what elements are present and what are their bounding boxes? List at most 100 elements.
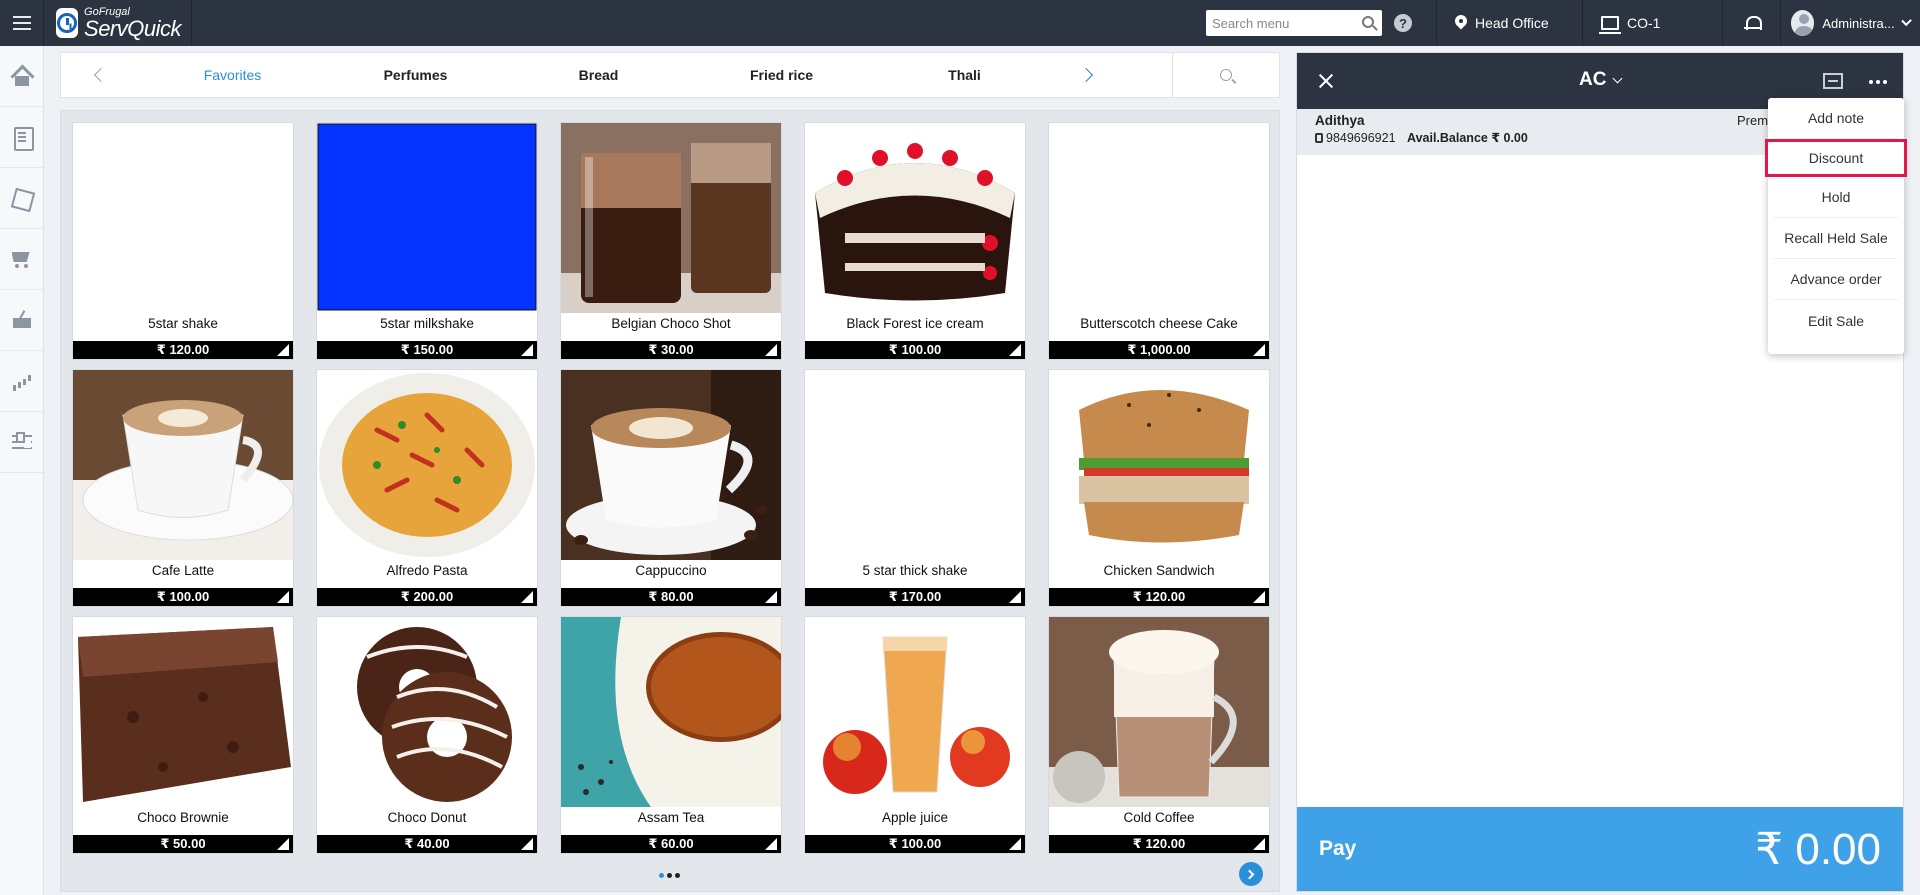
- computer-icon: [1599, 16, 1621, 34]
- pagination-dots: [659, 873, 680, 878]
- product-tile[interactable]: Alfredo Pasta ₹ 200.00: [316, 369, 538, 607]
- product-name: Choco Brownie: [137, 810, 229, 825]
- product-tile[interactable]: Butterscotch cheese Cake ₹ 1,000.00: [1048, 122, 1270, 360]
- product-tile[interactable]: Choco Donut ₹ 40.00: [316, 616, 538, 854]
- product-name: Cafe Latte: [151, 563, 215, 578]
- product-name: Choco Donut: [387, 810, 467, 825]
- nav-reports[interactable]: [0, 351, 43, 412]
- menu-item-add-note[interactable]: Add note: [1774, 98, 1898, 139]
- nav-documents[interactable]: [0, 107, 43, 168]
- location-label: Head Office: [1475, 15, 1549, 31]
- tab-thali[interactable]: Thali: [873, 67, 1056, 83]
- product-image: [805, 370, 1025, 560]
- product-name: 5 star thick shake: [862, 563, 968, 578]
- cash-register-icon: [11, 310, 33, 330]
- brownie-image: [73, 617, 293, 807]
- user-name: Administra...: [1822, 15, 1895, 31]
- product-price: ₹ 100.00: [805, 341, 1025, 359]
- tab-perfumes[interactable]: Perfumes: [324, 67, 507, 83]
- category-bar: Favorites Perfumes Bread Fried rice Thal…: [60, 52, 1280, 98]
- chevron-down-icon: [1613, 73, 1623, 83]
- box-trolley-icon: [11, 188, 33, 208]
- product-price: ₹ 120.00: [1049, 588, 1269, 606]
- product-tile[interactable]: Cafe Latte ₹ 100.00: [72, 369, 294, 607]
- counter-label: CO-1: [1627, 15, 1661, 31]
- left-nav-rail: [0, 46, 44, 895]
- more-options-icon[interactable]: [1869, 80, 1873, 84]
- nav-settings[interactable]: [0, 412, 43, 473]
- chevron-right-icon: [1078, 67, 1094, 83]
- nav-register[interactable]: [0, 290, 43, 351]
- choco-shot-image: [561, 123, 781, 313]
- category-next-button[interactable]: [1056, 53, 1116, 97]
- product-tile[interactable]: 5star shake ₹ 120.00: [72, 122, 294, 360]
- product-grid: 5star shake ₹ 120.00 5star milkshake ₹ 1…: [72, 122, 1270, 854]
- page-dot[interactable]: [667, 873, 672, 878]
- product-tile[interactable]: Chicken Sandwich ₹ 120.00: [1048, 369, 1270, 607]
- product-image: [1049, 123, 1269, 313]
- product-name: 5star shake: [148, 316, 218, 331]
- product-name: Belgian Choco Shot: [611, 316, 731, 331]
- location-selector[interactable]: Head Office: [1436, 0, 1582, 46]
- product-tile[interactable]: 5 star thick shake ₹ 170.00: [804, 369, 1026, 607]
- cart-icon: [11, 249, 33, 269]
- pay-label: Pay: [1319, 837, 1357, 860]
- notifications-button[interactable]: [1722, 0, 1780, 46]
- product-tile[interactable]: 5star milkshake ₹ 150.00: [316, 122, 538, 360]
- product-image: [317, 123, 537, 313]
- tab-bread[interactable]: Bread: [507, 67, 690, 83]
- nav-home[interactable]: [0, 46, 43, 107]
- page-dot[interactable]: [659, 873, 664, 878]
- search-icon[interactable]: [1362, 16, 1374, 28]
- menu-item-advance-order[interactable]: Advance order: [1774, 259, 1898, 300]
- counter-selector[interactable]: CO-1: [1582, 0, 1722, 46]
- more-options-menu: Add note Discount Hold Recall Held Sale …: [1765, 98, 1907, 354]
- document-icon: [11, 127, 34, 151]
- product-price: ₹ 1,000.00: [1049, 341, 1269, 359]
- close-icon[interactable]: [1297, 53, 1353, 109]
- product-price: ₹ 150.00: [317, 341, 537, 359]
- search-icon: [1220, 69, 1232, 81]
- pay-button[interactable]: Pay ₹ 0.00: [1297, 807, 1903, 891]
- chevron-left-icon: [93, 67, 109, 83]
- product-name: Butterscotch cheese Cake: [1080, 316, 1238, 331]
- product-grid-panel: 5star shake ₹ 120.00 5star milkshake ₹ 1…: [60, 110, 1280, 892]
- menu-item-discount[interactable]: Discount: [1765, 139, 1907, 177]
- product-tile[interactable]: Cold Coffee ₹ 120.00: [1048, 616, 1270, 854]
- menu-item-hold[interactable]: Hold: [1774, 177, 1898, 218]
- juice-image: [805, 617, 1025, 807]
- product-price: ₹ 100.00: [805, 835, 1025, 853]
- page-dot[interactable]: [675, 873, 680, 878]
- order-total: ₹ 0.00: [1755, 824, 1881, 874]
- customer-balance: Avail.Balance ₹ 0.00: [1407, 131, 1528, 145]
- category-prev-button[interactable]: [61, 53, 141, 97]
- latte-image: [73, 370, 293, 560]
- product-tile[interactable]: Belgian Choco Shot ₹ 30.00: [560, 122, 782, 360]
- category-search-button[interactable]: [1172, 53, 1279, 97]
- nav-purchase[interactable]: [0, 229, 43, 290]
- product-price: ₹ 100.00: [73, 588, 293, 606]
- app-logo[interactable]: GoFrugal ServQuick: [44, 0, 192, 46]
- order-type-selector[interactable]: AC: [1579, 69, 1623, 91]
- sandwich-image: [1049, 370, 1269, 560]
- nav-inventory[interactable]: [0, 168, 43, 229]
- product-name: 5star milkshake: [380, 316, 474, 331]
- product-tile[interactable]: Black Forest ice cream ₹ 100.00: [804, 122, 1026, 360]
- search-menu-input[interactable]: [1212, 15, 1352, 31]
- hamburger-menu-icon[interactable]: [0, 0, 44, 46]
- product-price: ₹ 120.00: [73, 341, 293, 359]
- tab-favorites[interactable]: Favorites: [141, 67, 324, 83]
- customer-tier: Prem: [1737, 113, 1769, 128]
- scan-icon[interactable]: [1823, 73, 1843, 89]
- tab-fried-rice[interactable]: Fried rice: [690, 67, 873, 83]
- help-icon[interactable]: ?: [1394, 14, 1412, 32]
- product-tile[interactable]: Cappuccino ₹ 80.00: [560, 369, 782, 607]
- user-menu[interactable]: Administra...: [1780, 0, 1920, 46]
- product-tile[interactable]: Apple juice ₹ 100.00: [804, 616, 1026, 854]
- menu-item-recall-held-sale[interactable]: Recall Held Sale: [1774, 218, 1898, 259]
- product-tile[interactable]: Choco Brownie ₹ 50.00: [72, 616, 294, 854]
- pasta-image: [317, 370, 537, 560]
- menu-item-edit-sale[interactable]: Edit Sale: [1774, 300, 1898, 341]
- product-tile[interactable]: Assam Tea ₹ 60.00: [560, 616, 782, 854]
- next-page-button[interactable]: [1239, 862, 1263, 886]
